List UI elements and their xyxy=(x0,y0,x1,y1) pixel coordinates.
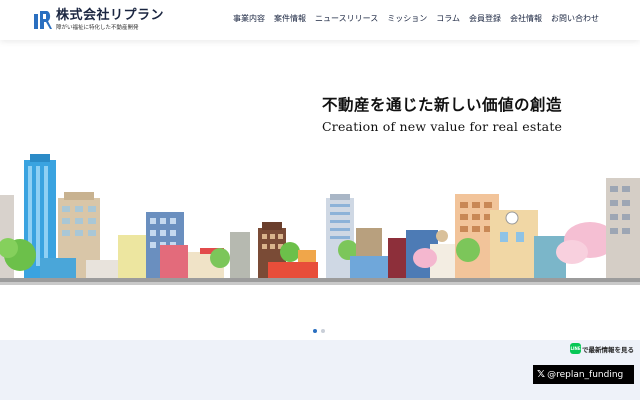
x-follow-button[interactable]: 𝕏 @replan_funding xyxy=(533,365,634,384)
slider-dots xyxy=(313,329,325,333)
company-tagline: 障がい福祉に特化した不動産開発 xyxy=(56,25,139,31)
nav-item-news[interactable]: ニュースリリース xyxy=(315,14,378,24)
nav-item-register[interactable]: 会員登録 xyxy=(469,14,501,24)
line-follow-button[interactable]: LINE で最新情報を見る xyxy=(570,343,634,354)
company-name: 株式会社リプラン xyxy=(56,8,165,23)
nav-item-company[interactable]: 会社情報 xyxy=(510,14,542,24)
hero-slider: 不動産を通じた新しい価値の創造 Creation of new value fo… xyxy=(0,40,640,340)
hero-title: 不動産を通じた新しい価値の創造 xyxy=(322,95,563,114)
x-handle: @replan_funding xyxy=(547,369,624,380)
nav-item-business[interactable]: 事業内容 xyxy=(233,14,265,24)
city-skyline-illustration xyxy=(0,154,640,285)
logo-text: 株式会社リプラン 障がい福祉に特化した不動産開発 xyxy=(56,9,164,32)
slider-dot-2[interactable] xyxy=(321,329,325,333)
logo-mark-icon xyxy=(34,11,52,29)
main-nav: 事業内容 案件情報 ニュースリリース ミッション コラム 会員登録 会社情報 お… xyxy=(233,14,599,24)
nav-item-contact[interactable]: お問い合わせ xyxy=(551,14,599,24)
slider-dot-1[interactable] xyxy=(313,329,317,333)
nav-item-column[interactable]: コラム xyxy=(436,14,460,24)
nav-item-projects[interactable]: 案件情報 xyxy=(274,14,306,24)
line-follow-label: で最新情報を見る xyxy=(582,345,634,354)
nav-item-mission[interactable]: ミッション xyxy=(387,14,427,24)
x-logo-icon: 𝕏 xyxy=(537,369,546,380)
line-logo-icon: LINE xyxy=(570,343,581,354)
hero-subtitle: Creation of new value for real estate xyxy=(322,119,563,134)
site-header: 株式会社リプラン 障がい福祉に特化した不動産開発 事業内容 案件情報 ニュースリ… xyxy=(0,0,640,40)
logo[interactable]: 株式会社リプラン 障がい福祉に特化した不動産開発 xyxy=(34,9,164,32)
